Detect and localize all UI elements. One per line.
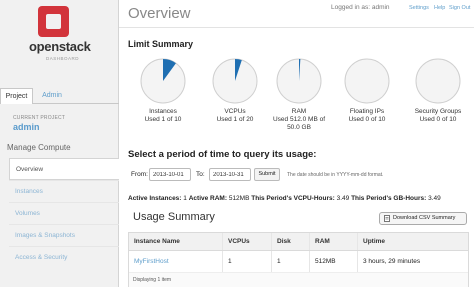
from-label: From:	[131, 171, 148, 178]
sidebar-item-instances[interactable]: Instances	[9, 180, 119, 202]
page-title: Overview	[128, 5, 191, 22]
download-csv-label: Download CSV Summary	[393, 215, 456, 221]
date-format-hint: The date should be in YYYY-mm-dd format.	[287, 172, 384, 178]
instance-disk: 1	[272, 251, 310, 272]
limit-floating-ips-detail: Used 0 of 10	[348, 116, 386, 123]
period-heading: Select a period of time to query its usa…	[128, 149, 317, 160]
active-ram-value: 512MB	[228, 195, 250, 202]
column-header-instance-name[interactable]: Instance Name	[129, 233, 223, 250]
limit-security-groups: Security Groups Used 0 of 10	[408, 57, 468, 124]
usage-table: Instance Name VCPUs Disk RAM Uptime MyFi…	[128, 232, 469, 287]
manage-compute-heading: Manage Compute	[7, 143, 71, 152]
active-usage-summary: Active Instances: 1 Active RAM: 512MB Th…	[128, 195, 441, 202]
limit-instances-detail: Used 1 of 10	[144, 116, 182, 123]
active-instances-value: 1	[183, 195, 187, 202]
table-header: Instance Name VCPUs Disk RAM Uptime	[129, 233, 468, 251]
limit-ram-name: RAM	[291, 108, 307, 115]
sidebar-item-volumes[interactable]: Volumes	[9, 202, 119, 224]
limit-instances-pie	[140, 58, 186, 104]
sidebar-item-access-security[interactable]: Access & Security	[9, 246, 119, 268]
limit-instances: Instances Used 1 of 10	[133, 57, 193, 124]
tab-project[interactable]: Project	[0, 88, 33, 104]
from-date-input[interactable]	[149, 168, 191, 181]
tab-admin[interactable]: Admin	[37, 88, 67, 104]
limit-security-groups-name: Security Groups	[414, 108, 462, 115]
limit-ram-pie	[276, 58, 322, 104]
limit-vcpus-name: VCPUs	[224, 108, 246, 115]
limit-floating-ips-name: Floating IPs	[349, 108, 385, 115]
gb-hours-label: This Period's GB-Hours:	[351, 195, 427, 202]
instance-ram: 512MB	[310, 251, 358, 272]
limit-ram: RAM Used 512.0 MB of 50.0 GB	[269, 57, 329, 132]
sidebar-item-images-snapshots[interactable]: Images & Snapshots	[9, 224, 119, 246]
column-header-disk[interactable]: Disk	[272, 233, 310, 250]
to-label: To:	[196, 171, 205, 178]
openstack-cube-icon	[38, 6, 69, 37]
help-link[interactable]: Help	[434, 5, 445, 11]
brand-subtitle: DASHBOARD	[46, 56, 80, 61]
column-header-uptime[interactable]: Uptime	[358, 233, 468, 250]
openstack-logo[interactable]: openstack DASHBOARD	[29, 6, 91, 68]
sidebar-item-overview[interactable]: Overview	[9, 158, 119, 180]
limit-security-groups-detail: Used 0 of 10	[419, 116, 457, 123]
vcpu-hours-value: 3.49	[336, 195, 350, 202]
download-csv-button[interactable]: Download CSV Summary	[379, 212, 467, 225]
limit-ram-detail: Used 512.0 MB of 50.0 GB	[272, 116, 326, 131]
instance-name-link[interactable]: MyFirstHost	[129, 251, 223, 272]
current-project-label: CURRENT PROJECT	[13, 115, 66, 121]
limit-security-groups-pie	[415, 58, 461, 104]
limit-floating-ips-pie	[344, 58, 390, 104]
gb-hours-value: 3.49	[428, 195, 441, 202]
submit-button[interactable]: Submit	[254, 168, 280, 181]
sign-out-link[interactable]: Sign Out	[449, 5, 470, 11]
usage-summary-heading: Usage Summary	[133, 211, 215, 223]
active-instances-label: Active Instances:	[128, 195, 182, 202]
active-ram-label: Active RAM:	[188, 195, 228, 202]
settings-link[interactable]: Settings	[409, 5, 429, 11]
to-date-input[interactable]	[209, 168, 251, 181]
limit-vcpus-pie	[212, 58, 258, 104]
limit-vcpus: VCPUs Used 1 of 20	[205, 57, 265, 124]
brand-name: openstack	[29, 39, 91, 54]
sidebar-nav: Overview Instances Volumes Images & Snap…	[9, 158, 119, 268]
table-row: MyFirstHost 1 1 512MB 3 hours, 29 minute…	[129, 251, 468, 273]
instance-uptime: 3 hours, 29 minutes	[363, 258, 421, 265]
logged-in-user: Logged in as: admin	[331, 4, 390, 11]
header-divider	[119, 27, 474, 28]
download-icon	[384, 215, 390, 222]
limit-floating-ips: Floating IPs Used 0 of 10	[337, 57, 397, 124]
vcpu-hours-label: This Period's VCPU-Hours:	[251, 195, 335, 202]
column-header-ram[interactable]: RAM	[310, 233, 358, 250]
limit-summary-heading: Limit Summary	[128, 39, 194, 49]
sidebar: openstack DASHBOARD Project Admin CURREN…	[0, 0, 119, 287]
table-footer-count: Displaying 1 item	[129, 273, 468, 287]
current-project-name[interactable]: admin	[13, 122, 40, 132]
instance-vcpus: 1	[223, 251, 272, 272]
dashboard-tabs: Project Admin	[0, 88, 119, 104]
limit-vcpus-detail: Used 1 of 20	[216, 116, 254, 123]
limit-instances-name: Instances	[149, 108, 177, 115]
column-header-vcpus[interactable]: VCPUs	[223, 233, 272, 250]
